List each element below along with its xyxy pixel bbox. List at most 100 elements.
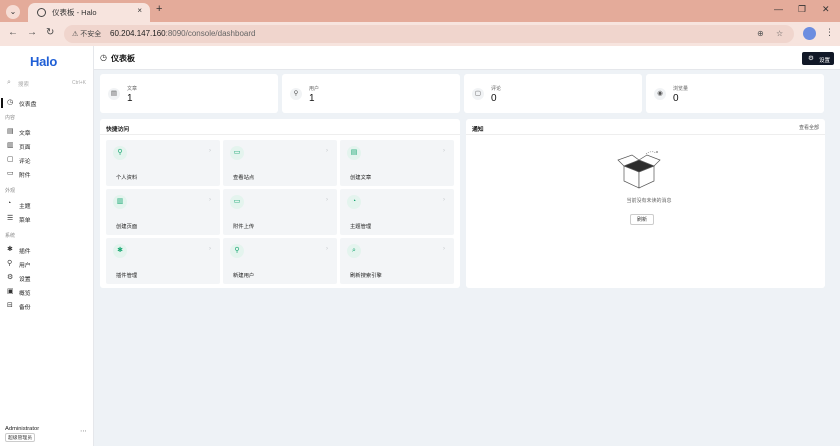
search-icon: ⌕ [7,79,11,86]
browser-menu-icon[interactable]: ⋮ [825,27,834,38]
notifications-panel: 通知 查看全部 当前没有未读的消息 刷新 [466,119,825,288]
empty-notifications-text: 当前没有未读的消息 [626,198,672,204]
quick-access-refresh-search-engine[interactable]: ⌕ › 刷新搜索引擎 [340,238,454,284]
chevron-right-icon: › [326,246,328,252]
add-user-icon: ⚲ [230,244,244,258]
quick-access-panel: 快捷访问 ⚲ › 个人资料 ▭ › 查看站点 ▤ › 创建文章 ▥ › 创建页面… [100,119,460,288]
sidebar-item-plugins[interactable]: ✱ 插件 [0,244,94,256]
browser-toolbar: ← → ↻ ⚠ 不安全 60.204.147.160:8090/console/… [0,22,840,46]
palette-icon: ◔ [347,195,361,209]
browser-tab-bar: ⌄ 仪表板 - Halo × + — ❐ ✕ [0,0,840,22]
comment-icon: ▢ [472,88,484,100]
plugin-icon: ✱ [7,246,13,253]
quick-access-create-page[interactable]: ▥ › 创建页面 [106,189,220,235]
empty-box-illustration-icon [617,151,661,189]
quick-access-title: 快捷访问 [106,127,130,133]
user-icon: ⚲ [113,146,127,160]
new-tab-button[interactable]: + [156,3,162,15]
restore-button[interactable]: ❐ [798,4,806,15]
user-icon: ⚲ [7,260,13,267]
quick-access-theme-management[interactable]: ◔ › 主题管理 [340,189,454,235]
nav-group-appearance: 外观 [5,188,16,194]
pages-icon: ▥ [113,195,127,209]
sidebar-item-backups[interactable]: ⊟ 备份 [0,300,94,312]
gear-icon: ⚙ [808,55,814,62]
tab-title: 仪表板 - Halo [52,8,97,17]
sidebar-item-settings[interactable]: ⚙ 设置 [0,272,94,284]
menu-list-icon: ☰ [7,215,14,222]
reload-icon[interactable]: ↻ [46,27,54,38]
halo-logo[interactable]: Halo [30,54,57,69]
nav-group-content: 内容 [5,115,16,121]
chevron-right-icon: › [209,246,211,252]
browser-window-icon: ▭ [230,146,244,160]
chevron-right-icon: › [443,197,445,203]
page-title: 仪表板 [111,54,135,63]
plugin-icon: ✱ [113,244,127,258]
sidebar-item-overview[interactable]: ▣ 概览 [0,286,94,298]
pages-icon: ▥ [7,142,14,149]
eye-icon: ◉ [654,88,666,100]
chevron-right-icon: › [209,148,211,154]
quick-access-profile[interactable]: ⚲ › 个人资料 [106,140,220,186]
user-icon: ⚲ [290,88,302,100]
back-icon[interactable]: ← [8,27,18,38]
chevron-right-icon: › [209,197,211,203]
palette-icon: ◔ [7,200,12,207]
view-all-link[interactable]: 查看全部 [799,124,819,131]
stat-card-posts[interactable]: ▤ 文章 1 [100,74,278,113]
notifications-title: 通知 [472,127,484,133]
sidebar-item-menus[interactable]: ☰ 菜单 [0,213,94,225]
stat-card-users[interactable]: ⚲ 用户 1 [282,74,460,113]
quick-access-new-user[interactable]: ⚲ › 新建用户 [223,238,337,284]
nav-group-system: 系统 [5,233,16,239]
folder-icon: ▭ [230,195,244,209]
quick-access-create-post[interactable]: ▤ › 创建文章 [340,140,454,186]
tab-favicon-icon [37,8,46,17]
sidebar-item-comments[interactable]: ▢ 评论 [0,154,94,166]
backup-icon: ⊟ [7,302,13,309]
chevron-right-icon: › [443,246,445,252]
comment-icon: ▢ [7,156,14,163]
stat-card-views[interactable]: ◉ 浏览量 0 [646,74,824,113]
quick-access-view-site[interactable]: ▭ › 查看站点 [223,140,337,186]
document-icon: ▤ [347,146,361,160]
security-warning[interactable]: ⚠ 不安全 [72,29,101,39]
url-text[interactable]: 60.204.147.160:8090/console/dashboard [110,29,255,38]
stat-card-comments[interactable]: ▢ 评论 0 [464,74,642,113]
document-icon: ▤ [108,88,120,100]
tab-search-button[interactable]: ⌄ [6,5,20,19]
zoom-icon[interactable]: ⊕ [757,29,764,38]
page-header: ◷ 仪表板 ⚙ 设置 [94,46,840,70]
document-icon: ▤ [7,128,14,135]
sidebar-item-themes[interactable]: ◔ 主题 [0,199,94,211]
user-role-badge: 超级管理员 [5,433,35,442]
user-more-icon[interactable]: ⋯ [80,427,87,435]
folder-icon: ▭ [7,170,14,177]
dashboard-settings-button[interactable]: ⚙ 设置 [802,52,834,65]
profile-avatar-icon[interactable] [803,27,816,40]
quick-access-upload-attachment[interactable]: ▭ › 附件上传 [223,189,337,235]
address-bar[interactable]: ⚠ 不安全 60.204.147.160:8090/console/dashbo… [64,25,794,43]
browser-tab[interactable]: 仪表板 - Halo × [28,3,150,22]
refresh-button[interactable]: 刷新 [630,214,654,225]
sidebar-item-dashboard[interactable]: ◷ 仪表盘 [0,97,94,109]
gear-icon: ⚙ [7,274,14,281]
chevron-right-icon: › [326,148,328,154]
search-input[interactable]: ⌕ 搜索 Ctrl+K [5,79,89,91]
forward-icon[interactable]: → [27,27,37,38]
minimize-button[interactable]: — [774,4,783,14]
overview-icon: ▣ [7,288,14,295]
sidebar-item-users[interactable]: ⚲ 用户 [0,258,94,270]
chevron-right-icon: › [326,197,328,203]
sidebar-item-posts[interactable]: ▤ 文章 [0,126,94,138]
search-icon: ⌕ [347,244,361,258]
chevron-right-icon: › [443,148,445,154]
sidebar-item-pages[interactable]: ▥ 页面 [0,140,94,152]
close-window-button[interactable]: ✕ [822,4,830,15]
tab-close-button[interactable]: × [137,6,142,15]
sidebar-item-attachments[interactable]: ▭ 附件 [0,168,94,180]
bookmark-star-icon[interactable]: ☆ [776,29,783,38]
quick-access-plugin-management[interactable]: ✱ › 插件管理 [106,238,220,284]
current-user-name: Administrator [5,426,40,432]
